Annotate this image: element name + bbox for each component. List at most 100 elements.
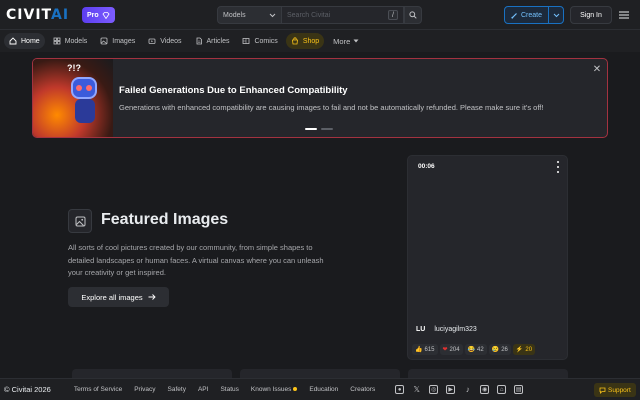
search-category-select[interactable]: Models — [217, 6, 282, 24]
footer-copyright: © Civitai 2026 — [4, 385, 51, 394]
reactions-bar: 👍 615 ❤ 204 😂 42 😢 26 ⚡ 20 — [412, 344, 536, 355]
nav-comics[interactable]: Comics — [237, 33, 282, 49]
diamond-icon — [102, 11, 110, 19]
x-icon[interactable]: 𝕏 — [412, 385, 421, 394]
banner-robot-illustration: ?!? — [33, 59, 113, 137]
footer-links: Terms of Service Privacy Safety API Stat… — [74, 386, 375, 393]
logo-text-main: CIVIT — [6, 7, 51, 23]
search-icon — [409, 11, 417, 19]
reaction-like-count: 615 — [424, 346, 435, 353]
nav-shop[interactable]: Shop — [285, 33, 325, 49]
github-icon[interactable]: ⌂ — [497, 385, 507, 394]
robot-eye-left — [76, 85, 82, 91]
comics-icon — [243, 38, 250, 44]
tiktok-icon[interactable]: ♪ — [463, 385, 472, 394]
nav-models[interactable]: Models — [48, 33, 93, 49]
main-nav: Home Models Images Videos Articles Comic… — [0, 30, 640, 52]
footer-link-status[interactable]: Status — [220, 386, 238, 393]
youtube-icon[interactable]: ▶ — [446, 385, 456, 394]
logo-text-accent: AI — [51, 7, 70, 23]
reaction-laugh[interactable]: 😂 42 — [464, 344, 487, 355]
support-button[interactable]: Support — [594, 383, 636, 397]
reaction-cry-count: 26 — [501, 346, 508, 353]
nav-more-label: More — [333, 36, 351, 46]
reaction-heart-count: 204 — [449, 346, 460, 353]
create-dropdown-toggle[interactable] — [549, 13, 563, 18]
footer-link-terms[interactable]: Terms of Service — [74, 386, 122, 393]
thumbs-up-icon: 👍 — [415, 347, 423, 353]
featured-images-icon — [68, 209, 92, 233]
footer-link-creators[interactable]: Creators — [350, 386, 375, 393]
cry-icon: 😢 — [491, 347, 500, 353]
featured-video-card[interactable]: 00:06 LU luciyagilm323 👍 615 ❤ 204 😂 42 😢 26… — [407, 155, 568, 360]
footer-link-privacy[interactable]: Privacy — [134, 386, 155, 393]
footer-link-education[interactable]: Education — [309, 386, 338, 393]
carousel-dot-1[interactable] — [305, 128, 317, 130]
hamburger-menu-icon[interactable] — [618, 9, 630, 21]
create-label: Create — [520, 11, 542, 19]
create-button-main[interactable]: Create — [505, 7, 549, 23]
search-shortcut-key: / — [388, 10, 398, 20]
search-category-value: Models — [223, 11, 246, 19]
photo-icon — [75, 216, 85, 226]
reaction-heart[interactable]: ❤ 204 — [439, 344, 463, 355]
nav-home[interactable]: Home — [4, 33, 45, 49]
nav-models-label: Models — [64, 37, 88, 45]
footer-link-api[interactable]: API — [198, 386, 208, 393]
header: CIVITAI Pro Models Search Civitai / Crea… — [0, 0, 640, 30]
banner-text: Generations with enhanced compatibility … — [119, 103, 544, 112]
close-icon[interactable]: ✕ — [592, 65, 602, 75]
discord-icon[interactable]: ● — [395, 385, 405, 394]
reaction-buzz-count: 20 — [525, 346, 533, 353]
footer-link-known-issues[interactable]: Known Issues — [251, 386, 298, 393]
reaction-buzz[interactable]: ⚡ 20 — [512, 344, 536, 355]
civitai-logo[interactable]: CIVITAI — [6, 7, 69, 23]
footer-link-safety[interactable]: Safety — [168, 386, 186, 393]
nav-videos[interactable]: Videos — [143, 33, 186, 49]
shop-icon — [291, 37, 298, 45]
nav-shop-label: Shop — [302, 37, 320, 45]
featured-images-description: All sorts of cool pictures created by ou… — [68, 243, 324, 277]
search-button[interactable] — [404, 6, 422, 24]
reaction-laugh-count: 42 — [477, 346, 484, 353]
reaction-like[interactable]: 👍 615 — [412, 344, 438, 355]
reaction-cry[interactable]: 😢 26 — [488, 344, 511, 355]
nav-images[interactable]: Images — [95, 33, 140, 49]
support-label: Support — [608, 386, 631, 394]
chat-icon — [599, 387, 606, 394]
search-input[interactable]: Search Civitai / — [282, 6, 404, 24]
featured-images-title: Featured Images — [101, 211, 229, 228]
nav-comics-label: Comics — [254, 37, 278, 45]
images-icon — [100, 37, 108, 45]
card-creator[interactable]: LU luciyagilm323 — [416, 326, 477, 333]
sign-in-label: Sign In — [580, 11, 602, 19]
nav-more-menu[interactable]: More — [333, 37, 359, 46]
arrow-right-icon — [148, 294, 156, 300]
chevron-down-icon — [553, 13, 559, 17]
avatar: LU — [416, 326, 426, 333]
home-icon — [9, 37, 17, 45]
pro-button[interactable]: Pro — [82, 7, 115, 23]
nav-images-label: Images — [112, 37, 136, 45]
explore-all-images-button[interactable]: Explore all images — [68, 287, 169, 307]
robot-head-shape — [71, 77, 97, 99]
brush-icon — [511, 12, 517, 19]
banner-title: Failed Generations Due to Enhanced Compa… — [119, 85, 348, 96]
pro-label: Pro — [87, 11, 99, 19]
nav-articles[interactable]: Articles — [190, 33, 235, 49]
create-button[interactable]: Create — [504, 6, 564, 24]
videos-icon — [148, 38, 156, 44]
reddit-icon[interactable]: ◉ — [480, 385, 490, 394]
chevron-down-icon — [269, 13, 276, 17]
robot-body-shape — [75, 99, 95, 123]
creator-username: luciyagilm323 — [434, 326, 477, 333]
instagram-icon[interactable]: ◎ — [429, 385, 439, 394]
nav-articles-label: Articles — [206, 37, 230, 45]
card-menu-icon[interactable] — [556, 161, 560, 173]
social-links: ● 𝕏 ◎ ▶ ♪ ◉ ⌂ ▤ — [395, 385, 524, 394]
twitch-icon[interactable]: ▤ — [514, 385, 524, 394]
sign-in-button[interactable]: Sign In — [570, 6, 612, 24]
video-duration: 00:06 — [418, 163, 435, 170]
explore-label: Explore all images — [81, 292, 143, 302]
carousel-dot-2[interactable] — [321, 128, 333, 130]
